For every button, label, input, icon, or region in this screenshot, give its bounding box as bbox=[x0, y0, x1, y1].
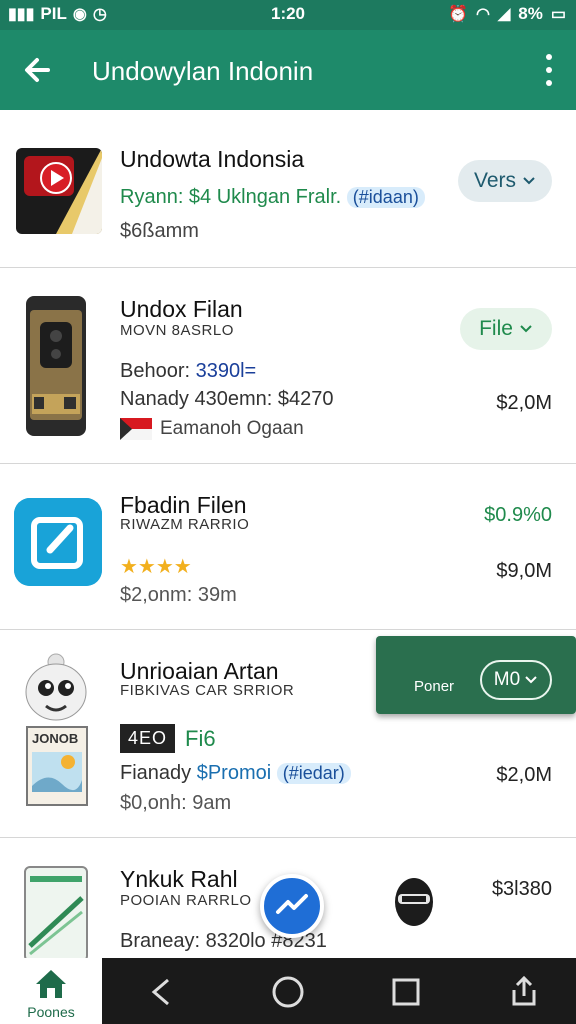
square-recents-icon bbox=[392, 978, 420, 1006]
phone-screen-thumbnail bbox=[24, 866, 88, 962]
bottom-navigation: Poones bbox=[0, 958, 576, 1024]
home-tab-label: Poones bbox=[27, 1004, 75, 1020]
book-thumbnail: JONOB bbox=[26, 726, 88, 806]
chevron-down-icon bbox=[520, 325, 532, 333]
chevron-down-icon bbox=[523, 177, 535, 185]
item-detail-text: Ryann: $4 Uklngan Fralr. bbox=[120, 186, 342, 208]
video-play-icon bbox=[16, 148, 102, 234]
more-dot-icon bbox=[546, 80, 552, 86]
item-change: $0.9%0 bbox=[484, 504, 552, 526]
more-dot-icon bbox=[546, 54, 552, 60]
versions-button-label: Vers bbox=[473, 169, 517, 192]
file-button[interactable]: File bbox=[460, 308, 552, 350]
circle-home-icon bbox=[272, 976, 304, 1008]
ninja-icon bbox=[395, 878, 433, 926]
item-tag-chip[interactable]: (#iedar) bbox=[276, 763, 351, 784]
list-item[interactable]: Undowta Indonsia Ryann: $4 Uklngan Fralr… bbox=[0, 110, 576, 268]
item-title: Fbadin Filen bbox=[120, 492, 247, 518]
more-dot-icon bbox=[546, 67, 552, 73]
item-price: $2,0M bbox=[496, 392, 552, 414]
editor-thumbnail bbox=[14, 498, 102, 586]
item-detail-label: Fianady bbox=[120, 762, 192, 784]
item-price: $9,0M bbox=[496, 560, 552, 582]
item-detail-text: Braneay: 8320lo bbox=[120, 930, 266, 952]
overflow-menu-button[interactable] bbox=[542, 54, 556, 86]
nav-home-button[interactable] bbox=[268, 972, 308, 1012]
status-right: ⏰ ◠ ◢ 8% ▭ bbox=[448, 4, 566, 24]
list-item[interactable]: Fbadin Filen RIWAZM RARRIO ★★★★ $2,onm: … bbox=[0, 464, 576, 630]
item-price-line: $0,onh: 9am bbox=[120, 792, 232, 814]
mascot-icon bbox=[25, 653, 87, 721]
cell-signal-icon: ◢ bbox=[497, 6, 511, 23]
item-title: Undox Filan bbox=[120, 296, 243, 322]
item-detail: Behoor: 3390l= bbox=[120, 360, 256, 383]
item-detail: Fianady $Promoi (#iedar) bbox=[120, 762, 351, 785]
battery-percent: 8% bbox=[518, 4, 543, 23]
back-chevron-icon bbox=[151, 978, 169, 1006]
edit-icon bbox=[14, 498, 102, 586]
item-price-line: Nanady 430emn: $4270 bbox=[120, 388, 334, 410]
item-price: $2,0M bbox=[496, 764, 552, 786]
flag-icon bbox=[120, 418, 152, 440]
item-price: $3l380 bbox=[491, 878, 552, 900]
action-popup-button-label: M0 bbox=[493, 669, 521, 690]
rating-badge: 4EO bbox=[120, 724, 176, 753]
item-subtitle: POOIAN RARRLO bbox=[120, 892, 252, 909]
app-thumbnail bbox=[16, 148, 102, 234]
item-title: Undowta Indonsia bbox=[120, 146, 305, 172]
item-title: Ynkuk Rahl bbox=[120, 866, 238, 892]
action-popup-button[interactable]: M0 bbox=[480, 660, 552, 700]
item-title: Unrioaian Artan bbox=[120, 658, 279, 684]
app-bar: Undowylan Indonin bbox=[0, 30, 576, 110]
status-bar: ▮▮▮ PIL ◉ ◷ 1:20 ⏰ ◠ ◢ 8% ▭ bbox=[0, 0, 576, 30]
nav-back-button[interactable] bbox=[142, 972, 182, 1012]
messenger-icon bbox=[276, 894, 308, 914]
item-country-label: Eamanoh Ogaan bbox=[160, 418, 304, 439]
wifi-icon: ◠ bbox=[476, 6, 490, 23]
home-tab[interactable]: Poones bbox=[0, 958, 102, 1024]
back-arrow-icon bbox=[25, 58, 50, 82]
mascot-thumbnail bbox=[24, 652, 88, 722]
alarm-icon: ⏰ bbox=[448, 6, 469, 23]
list-item[interactable]: Undox Filan MOVN 8ASRLO Behoor: 3390l= N… bbox=[0, 268, 576, 464]
phone-thumbnail bbox=[26, 296, 86, 436]
item-price-line: $6ßamm bbox=[120, 220, 199, 242]
battery-icon: ▭ bbox=[550, 6, 566, 23]
versions-button[interactable]: Vers bbox=[458, 160, 552, 202]
action-popup[interactable]: Poner M0 bbox=[376, 636, 576, 714]
back-button[interactable] bbox=[18, 50, 58, 90]
item-badge-line: 4EO Fi6 bbox=[120, 724, 216, 753]
item-country: Eamanoh Ogaan bbox=[120, 418, 304, 440]
rating-stars-icon: ★★★★ bbox=[120, 556, 192, 578]
illustration-icon bbox=[32, 752, 82, 792]
chart-screen-icon bbox=[28, 876, 84, 956]
phone-icon bbox=[26, 296, 86, 436]
item-promo-text: $Promoi bbox=[196, 762, 272, 784]
nav-share-button[interactable] bbox=[504, 972, 544, 1012]
ninja-avatar bbox=[394, 876, 434, 928]
item-subtitle: RIWAZM RARRIO bbox=[120, 516, 250, 533]
chevron-down-icon bbox=[525, 676, 537, 684]
home-icon bbox=[36, 970, 66, 998]
nav-recents-button[interactable] bbox=[386, 972, 426, 1012]
item-detail-value: 3390l= bbox=[195, 360, 257, 382]
messenger-fab[interactable] bbox=[260, 874, 324, 938]
book-thumbnail-label: JONOB bbox=[32, 731, 79, 746]
file-button-label: File bbox=[479, 317, 513, 340]
item-detail-label: Behoor: bbox=[120, 360, 191, 382]
page-title: Undowylan Indonin bbox=[92, 56, 314, 86]
item-detail: Ryann: $4 Uklngan Fralr. (#idaan) bbox=[120, 186, 425, 209]
item-price-line: $2,onm: 39m bbox=[120, 584, 237, 606]
item-subtitle: MOVN 8ASRLO bbox=[120, 322, 234, 339]
share-icon bbox=[512, 975, 536, 1006]
item-subtitle: FIBKIVAS CAR SRRIOR bbox=[120, 682, 295, 699]
item-tag-chip[interactable]: (#idaan) bbox=[346, 187, 425, 208]
action-popup-label: Poner bbox=[414, 678, 455, 695]
item-badge-text: Fi6 bbox=[185, 725, 216, 751]
